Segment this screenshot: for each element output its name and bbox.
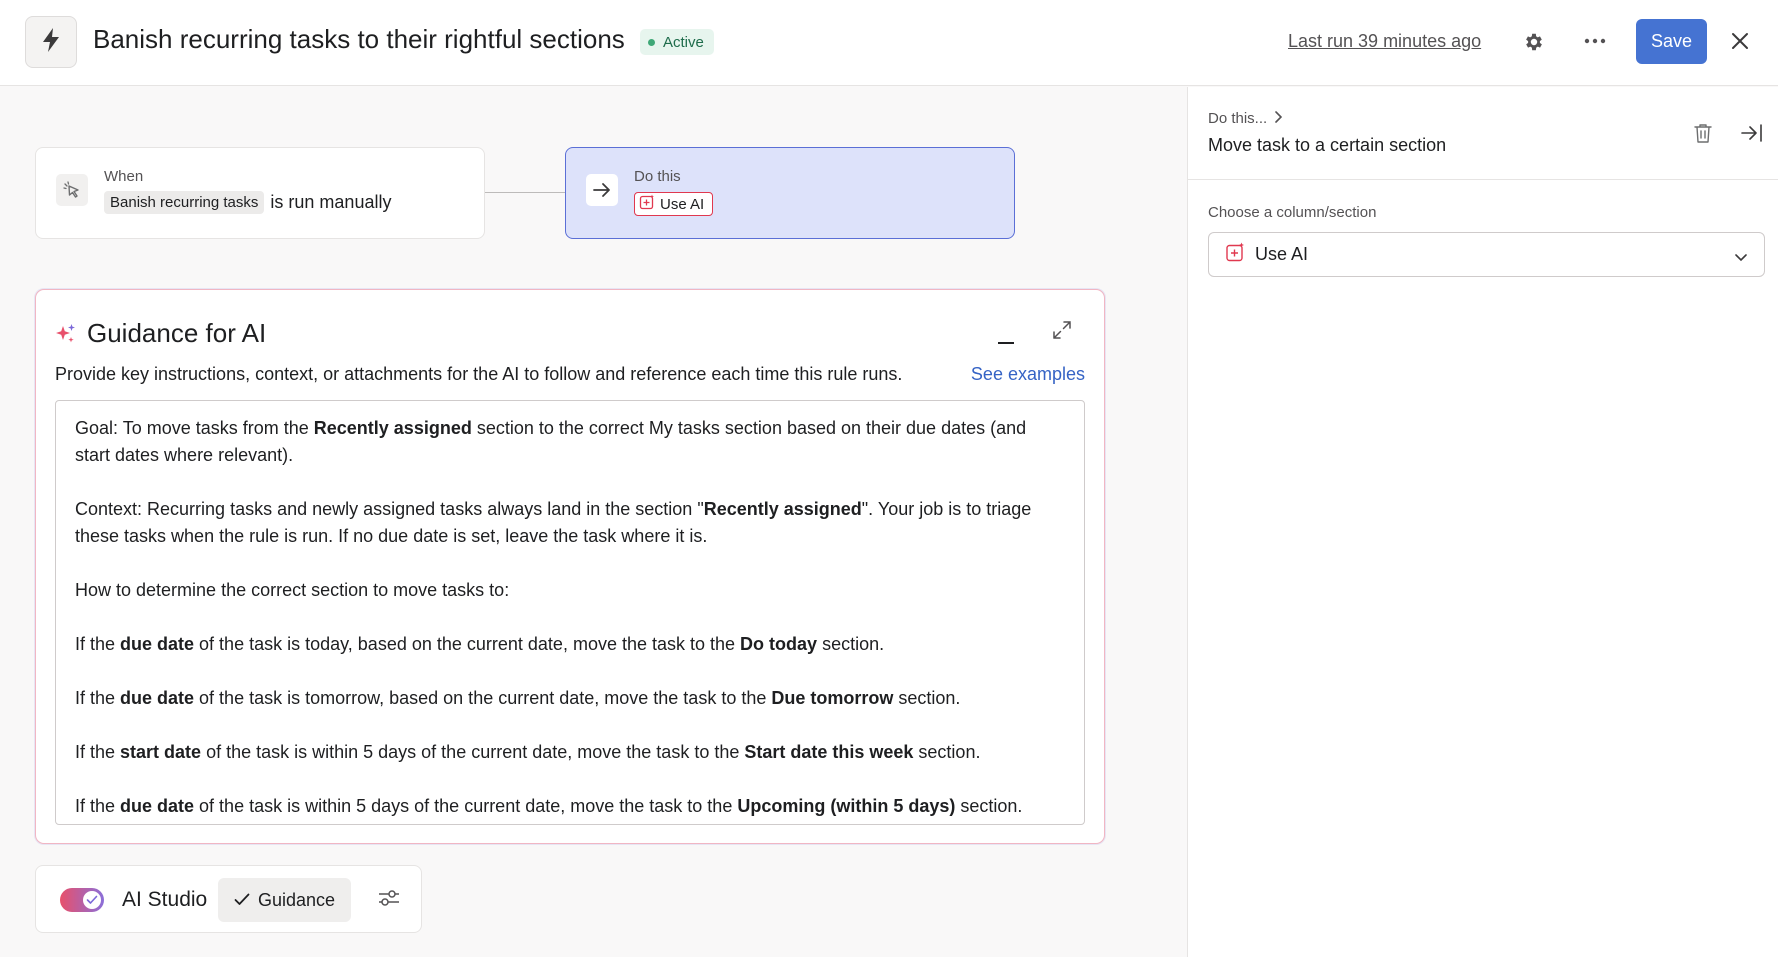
trigger-card[interactable]: When Banish recurring tasks is run manua… xyxy=(35,147,485,239)
guidance-paragraph: If the due date of the task is tomorrow,… xyxy=(75,688,961,708)
arrow-right-icon xyxy=(586,174,618,206)
chevron-down-icon xyxy=(1734,248,1748,269)
trash-icon[interactable] xyxy=(1694,123,1712,148)
save-button[interactable]: Save xyxy=(1636,19,1707,64)
guidance-paragraph: How to determine the correct section to … xyxy=(75,580,510,600)
section-select[interactable]: Use AI xyxy=(1208,232,1765,277)
ai-studio-toggle[interactable] xyxy=(60,888,104,912)
lightning-bolt-icon xyxy=(40,27,62,58)
action-details-panel: Do this... Move task to a certain sectio… xyxy=(1187,87,1778,957)
ai-studio-label: AI Studio xyxy=(122,888,208,911)
status-label: Active xyxy=(663,33,704,51)
ai-sparkle-box-icon xyxy=(1225,242,1245,267)
guidance-paragraph: If the start date of the task is within … xyxy=(75,742,981,762)
panel-header: Do this... Move task to a certain sectio… xyxy=(1188,87,1778,180)
trigger-eyebrow: When xyxy=(104,168,144,185)
check-icon xyxy=(83,891,101,909)
trigger-suffix: is run manually xyxy=(270,192,392,212)
guidance-chip-label: Guidance xyxy=(258,889,336,910)
connector-line xyxy=(485,192,565,193)
status-dot-icon xyxy=(648,38,655,46)
guidance-toggle-button[interactable]: Guidance xyxy=(218,878,352,922)
breadcrumb[interactable]: Do this... xyxy=(1208,110,1283,127)
last-run-link[interactable]: Last run 39 minutes ago xyxy=(1288,31,1481,52)
cursor-click-icon xyxy=(56,174,88,206)
close-icon[interactable] xyxy=(1731,32,1749,50)
collapse-panel-icon[interactable] xyxy=(1741,123,1763,148)
section-field-label: Choose a column/section xyxy=(1208,204,1377,221)
use-ai-chip-label: Use AI xyxy=(660,195,705,213)
guidance-paragraph: Goal: To move tasks from the Recently as… xyxy=(75,418,1027,465)
breadcrumb-label: Do this... xyxy=(1208,110,1268,127)
see-examples-link[interactable]: See examples xyxy=(971,364,1085,385)
guidance-paragraph: If the due date of the task is within 5 … xyxy=(75,796,1023,816)
ai-studio-bar: AI Studio Guidance xyxy=(35,865,422,933)
guidance-card: Guidance for AI Provide key instructions… xyxy=(35,289,1105,844)
ai-sparkle-icon xyxy=(55,323,77,350)
rule-title[interactable]: Banish recurring tasks to their rightful… xyxy=(93,24,625,55)
guidance-description: Provide key instructions, context, or at… xyxy=(55,364,903,384)
status-badge: Active xyxy=(640,29,714,55)
checkmark-icon xyxy=(234,890,250,911)
section-select-value: Use AI xyxy=(1255,244,1309,264)
minimize-icon[interactable] xyxy=(998,324,1014,344)
settings-gear-icon[interactable] xyxy=(1523,31,1545,53)
chevron-right-icon xyxy=(1274,110,1283,127)
rule-type-button[interactable] xyxy=(25,16,77,68)
action-eyebrow: Do this xyxy=(634,168,681,185)
panel-title: Move task to a certain section xyxy=(1208,135,1447,155)
more-options-icon[interactable] xyxy=(1584,38,1606,44)
guidance-text-editor[interactable]: Goal: To move tasks from the Recently as… xyxy=(55,400,1085,825)
rule-canvas: When Banish recurring tasks is run manua… xyxy=(0,87,1187,957)
use-ai-chip: Use AI xyxy=(634,192,714,216)
trigger-description: Banish recurring tasks is run manually xyxy=(104,191,391,214)
ai-sparkle-box-icon xyxy=(639,194,655,214)
guidance-paragraph: Context: Recurring tasks and newly assig… xyxy=(75,499,1032,546)
rule-name-chip: Banish recurring tasks xyxy=(104,191,265,214)
guidance-paragraph: If the due date of the task is today, ba… xyxy=(75,634,885,654)
header: Banish recurring tasks to their rightful… xyxy=(0,0,1778,86)
guidance-title: Guidance for AI xyxy=(87,318,267,348)
expand-icon[interactable] xyxy=(1052,320,1072,345)
sliders-icon[interactable] xyxy=(378,888,400,913)
action-card[interactable]: Do this Use AI xyxy=(565,147,1015,239)
